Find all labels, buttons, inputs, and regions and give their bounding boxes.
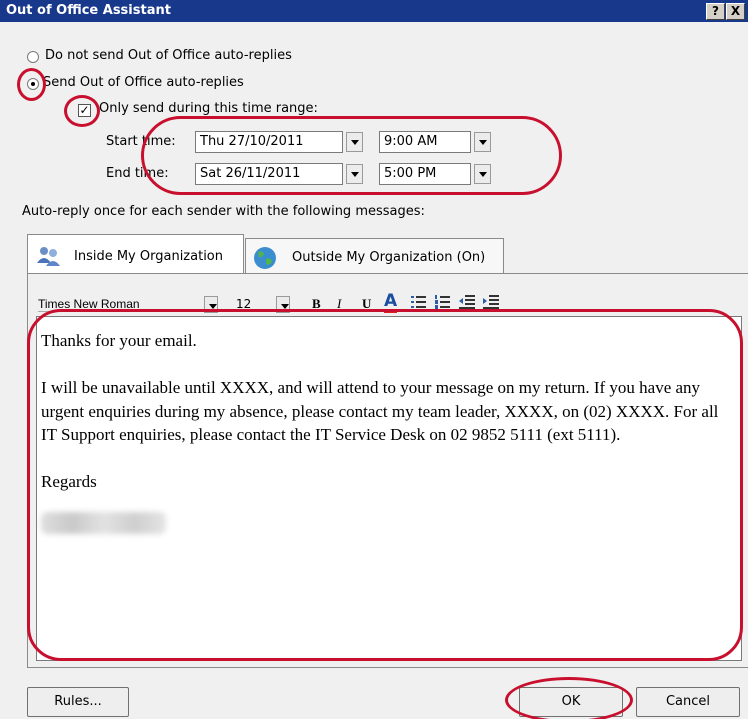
end-time-dropdown-icon[interactable] xyxy=(474,164,491,184)
font-size-dropdown-icon[interactable] xyxy=(276,296,290,313)
ok-button[interactable]: OK xyxy=(519,687,623,717)
start-date-field[interactable]: Thu 27/10/2011 xyxy=(195,131,343,153)
blurred-signature-image xyxy=(41,511,166,534)
users-icon xyxy=(36,245,62,271)
help-button[interactable]: ? xyxy=(706,3,725,20)
send-radio[interactable] xyxy=(27,78,39,90)
bold-button[interactable]: B xyxy=(312,296,321,312)
do-not-send-label: Do not send Out of Office auto-replies xyxy=(45,48,292,63)
message-body: I will be unavailable until XXXX, and wi… xyxy=(41,378,719,444)
cancel-button[interactable]: Cancel xyxy=(636,687,740,717)
end-time-label: End time: xyxy=(106,166,169,181)
close-button[interactable]: X xyxy=(726,3,745,20)
globe-icon xyxy=(252,245,278,275)
tab-outside-organization-label: Outside My Organization (On) xyxy=(292,250,486,265)
start-date-dropdown-icon[interactable] xyxy=(346,132,363,152)
numbering-icon[interactable] xyxy=(434,294,452,314)
start-time-label: Start time: xyxy=(106,134,176,149)
tab-outside-organization[interactable]: Outside My Organization (On) xyxy=(245,238,504,273)
end-date-field[interactable]: Sat 26/11/2011 xyxy=(195,163,343,185)
font-color-button[interactable]: A xyxy=(384,292,398,313)
font-size-select[interactable]: 12 xyxy=(236,297,266,312)
tab-inside-organization[interactable]: Inside My Organization xyxy=(27,234,244,274)
title-bar: Out of Office Assistant ? X xyxy=(0,0,748,22)
italic-button[interactable]: I xyxy=(337,296,341,312)
underline-button[interactable]: U xyxy=(362,296,371,312)
start-time-dropdown-icon[interactable] xyxy=(474,132,491,152)
bullets-icon[interactable] xyxy=(410,294,428,314)
formatting-toolbar: Times New Roman 12 B I U A xyxy=(36,292,636,314)
end-date-dropdown-icon[interactable] xyxy=(346,164,363,184)
out-of-office-dialog: Out of Office Assistant ? X Do not send … xyxy=(0,0,748,719)
start-time-field[interactable]: 9:00 AM xyxy=(379,131,471,153)
font-name-dropdown-icon[interactable] xyxy=(204,296,218,313)
time-range-checkbox[interactable]: ✓ xyxy=(78,104,91,117)
message-body-textarea[interactable]: Thanks for your email. I will be unavail… xyxy=(36,316,742,661)
do-not-send-radio[interactable] xyxy=(27,51,39,63)
window-title: Out of Office Assistant xyxy=(6,3,171,18)
send-label: Send Out of Office auto-replies xyxy=(43,75,244,90)
autoreply-label: Auto-reply once for each sender with the… xyxy=(22,204,425,219)
message-greeting: Thanks for your email. xyxy=(41,331,197,350)
font-name-select[interactable]: Times New Roman xyxy=(38,297,198,312)
time-range-label: Only send during this time range: xyxy=(99,101,318,116)
increase-indent-icon[interactable] xyxy=(482,294,500,314)
tab-inside-organization-label: Inside My Organization xyxy=(74,249,223,264)
rules-button[interactable]: Rules... xyxy=(27,687,129,717)
message-signoff: Regards xyxy=(41,472,97,491)
decrease-indent-icon[interactable] xyxy=(458,294,476,314)
end-time-field[interactable]: 5:00 PM xyxy=(379,163,471,185)
